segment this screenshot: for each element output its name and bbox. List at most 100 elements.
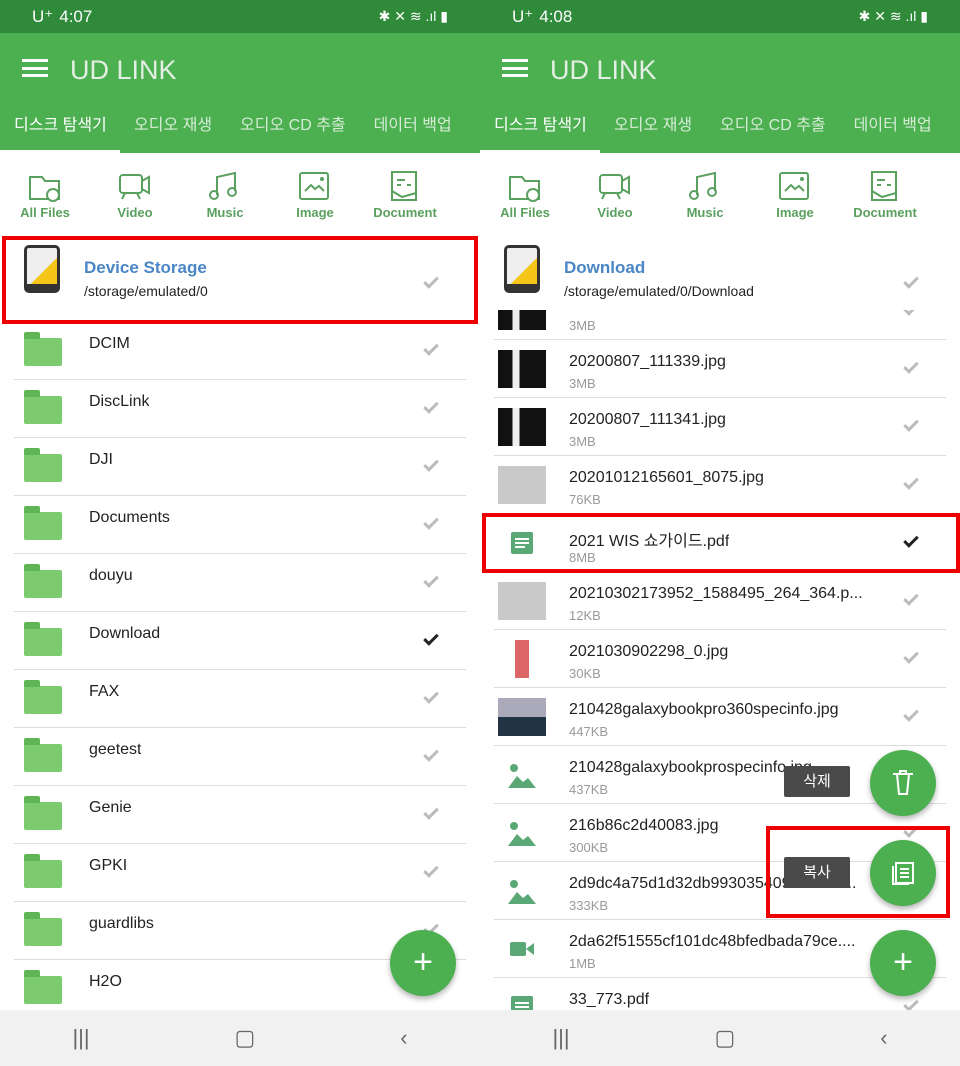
menu-icon[interactable] [22,59,48,77]
recents-button[interactable]: ||| [552,1025,569,1051]
photo-navy-icon [498,698,546,736]
home-button[interactable]: ▢ [715,1025,736,1051]
tab-1[interactable]: 오디오 재생 [120,105,226,153]
category-music[interactable]: Music [660,153,750,235]
category-video[interactable]: Video [570,153,660,235]
category-label: All Files [500,205,550,220]
check-icon[interactable] [903,474,919,490]
folder-row[interactable]: geetest [14,728,466,786]
tab-3[interactable]: 데이터 백업 [840,105,946,153]
tab-0[interactable]: 디스크 탐색기 [0,105,120,153]
tab-3[interactable]: 데이터 백업 [360,105,466,153]
highlight-box [2,236,478,324]
status-left: U⁺ 4:07 [32,7,92,27]
category-label: Image [296,205,334,220]
category-all-files[interactable]: All Files [480,153,570,235]
check-icon[interactable] [903,590,919,606]
folder-row[interactable]: DiscLink [14,380,466,438]
left-screen: U⁺ 4:07 ✱ ✕ ≋ .ıl ▮ UD LINK 디스크 탐색기 오디오 재생 오디오… [0,0,480,1066]
folder-row[interactable]: Download [14,612,466,670]
check-icon[interactable] [903,648,919,664]
folder-name: geetest [89,741,142,758]
category-label: Document [853,205,917,220]
folder-row[interactable]: DJI [14,438,466,496]
category-all-files[interactable]: All Files [0,153,90,235]
category-image[interactable]: Image [270,153,360,235]
photo-dark-icon [498,408,546,446]
category-video[interactable]: Video [90,153,180,235]
video-icon [570,169,660,203]
folder-name: guardlibs [89,915,154,932]
check-icon[interactable] [423,572,439,588]
add-button[interactable]: + [870,930,936,996]
category-music[interactable]: Music [180,153,270,235]
category-label: Music [206,205,244,220]
category-image[interactable]: Image [750,153,840,235]
recents-button[interactable]: ||| [72,1025,89,1051]
file-row[interactable]: 2021030902298_0.jpg 30KB [494,630,946,688]
home-button[interactable]: ▢ [235,1025,256,1051]
photo-red-icon [498,640,546,678]
check-icon[interactable] [423,630,439,646]
category-document[interactable]: Document [840,153,930,235]
folder-name: douyu [89,567,133,584]
folder-row[interactable]: Genie [14,786,466,844]
file-row[interactable]: 20200807_111339.jpg 3MB [494,340,946,398]
check-icon[interactable] [423,688,439,704]
folder-row[interactable]: GPKI [14,844,466,902]
file-row[interactable]: 210428galaxybookpro360specinfo.jpg 447KB [494,688,946,746]
folder-name: Genie [89,799,132,816]
file-size: 437KB [569,782,609,797]
music-icon [660,169,750,203]
category-document[interactable]: Document [360,153,450,235]
file-row[interactable]: 20201012165601_8075.jpg 76KB [494,456,946,514]
tab-0[interactable]: 디스크 탐색기 [480,105,600,153]
menu-icon[interactable] [502,59,528,77]
status-time: 4:08 [539,6,573,26]
navigation-bar: ||| ▢ ‹ [480,1010,960,1066]
back-button[interactable]: ‹ [880,1025,887,1051]
folder-row[interactable]: FAX [14,670,466,728]
add-button[interactable]: + [390,930,456,996]
category-bar: All Files Video Music Image Document [0,153,480,235]
check-icon[interactable] [423,862,439,878]
check-icon[interactable] [903,706,919,722]
video-icon [90,169,180,203]
status-bar: U⁺ 4:08 ✱ ✕ ≋ .ıl ▮ [480,0,960,33]
image-icon [498,872,546,910]
image-icon [270,169,360,203]
folder-row[interactable]: DCIM [14,322,466,380]
image-icon [498,756,546,794]
folder-icon [24,854,62,888]
tab-2[interactable]: 오디오 CD 추출 [706,105,840,153]
tab-1[interactable]: 오디오 재생 [600,105,706,153]
file-name: 2021030902298_0.jpg [569,643,729,660]
tab-2[interactable]: 오디오 CD 추출 [226,105,360,153]
folder-row[interactable]: Documents [14,496,466,554]
check-icon[interactable] [903,273,919,289]
check-icon[interactable] [423,514,439,530]
check-icon[interactable] [423,340,439,356]
current-directory-header[interactable]: Download/storage/emulated/0/Download [480,235,960,310]
folder-icon [24,738,62,772]
file-row[interactable]: 20210302173952_1588495_264_364.p... 12KB [494,572,946,630]
file-row[interactable]: 20200807_111341.jpg 3MB [494,398,946,456]
image-icon [750,169,840,203]
right-screen: U⁺ 4:08 ✱ ✕ ≋ .ıl ▮ UD LINK 디스크 탐색기 오디오 재생 오디오… [480,0,960,1066]
check-icon[interactable] [423,456,439,472]
video-icon [498,930,546,968]
folder-name: DJI [89,451,113,468]
back-button[interactable]: ‹ [400,1025,407,1051]
folder-row[interactable]: douyu [14,554,466,612]
file-size: 300KB [569,840,609,855]
check-icon[interactable] [423,804,439,820]
delete-button[interactable] [870,750,936,816]
file-name: 210428galaxybookpro360specinfo.jpg [569,701,839,718]
check-icon[interactable] [903,416,919,432]
category-label: Image [776,205,814,220]
check-icon[interactable] [423,398,439,414]
check-icon[interactable] [423,746,439,762]
check-icon[interactable] [903,358,919,374]
carrier: U⁺ [32,6,54,26]
folder-icon [24,970,62,1004]
